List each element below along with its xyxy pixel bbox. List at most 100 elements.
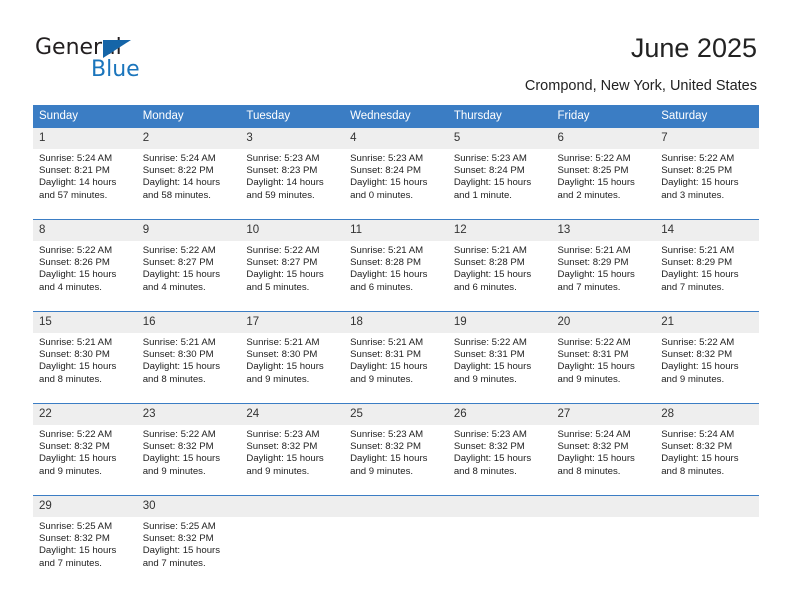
day-number: 24 [240, 404, 345, 425]
daylight-text-line1: Daylight: 14 hours [142, 177, 221, 189]
day-details: Sunrise: 5:24 AM Sunset: 8:32 PM Dayligh… [552, 425, 656, 478]
sunrise-sunset-calendar: Sunday Monday Tuesday Wednesday Thursday… [33, 105, 759, 587]
day-cell[interactable]: 14 Sunrise: 5:21 AM Sunset: 8:29 PM Dayl… [655, 220, 759, 312]
sunset-text: Sunset: 8:29 PM [557, 257, 629, 269]
triangle-icon [103, 40, 131, 58]
day-cell[interactable]: 16 Sunrise: 5:21 AM Sunset: 8:30 PM Dayl… [136, 312, 241, 404]
day-cell[interactable]: 7 Sunrise: 5:22 AM Sunset: 8:25 PM Dayli… [655, 128, 759, 220]
day-number: 12 [447, 220, 552, 241]
day-cell[interactable]: 12 Sunrise: 5:21 AM Sunset: 8:28 PM Dayl… [447, 220, 552, 312]
day-number: 16 [136, 312, 241, 333]
day-details: Sunrise: 5:24 AM Sunset: 8:22 PM Dayligh… [137, 149, 241, 202]
calendar-body: 1 Sunrise: 5:24 AM Sunset: 8:21 PM Dayli… [33, 127, 759, 588]
day-cell[interactable]: 6 Sunrise: 5:22 AM Sunset: 8:25 PM Dayli… [551, 128, 656, 220]
day-cell[interactable]: 13 Sunrise: 5:21 AM Sunset: 8:29 PM Dayl… [551, 220, 656, 312]
day-cell-empty [240, 496, 345, 588]
daylight-text-line2: and 9 minutes. [39, 465, 102, 477]
day-details: Sunrise: 5:23 AM Sunset: 8:24 PM Dayligh… [344, 149, 448, 202]
day-cell[interactable]: 25 Sunrise: 5:23 AM Sunset: 8:32 PM Dayl… [344, 404, 448, 496]
day-cell[interactable]: 21 Sunrise: 5:22 AM Sunset: 8:32 PM Dayl… [655, 312, 759, 404]
week-row: 15 Sunrise: 5:21 AM Sunset: 8:30 PM Dayl… [33, 311, 759, 404]
day-number: 6 [551, 128, 656, 149]
day-details: Sunrise: 5:22 AM Sunset: 8:27 PM Dayligh… [137, 241, 241, 294]
sunrise-text: Sunrise: 5:24 AM [142, 153, 216, 164]
daylight-text-line1: Daylight: 15 hours [350, 269, 428, 281]
day-cell[interactable]: 18 Sunrise: 5:21 AM Sunset: 8:31 PM Dayl… [344, 312, 448, 404]
day-number: 19 [447, 312, 552, 333]
sunset-text: Sunset: 8:32 PM [661, 441, 733, 453]
day-cell[interactable]: 29 Sunrise: 5:25 AM Sunset: 8:32 PM Dayl… [33, 496, 137, 588]
week-row: 29 Sunrise: 5:25 AM Sunset: 8:32 PM Dayl… [33, 495, 759, 588]
day-cell[interactable]: 27 Sunrise: 5:24 AM Sunset: 8:32 PM Dayl… [551, 404, 656, 496]
sunset-text: Sunset: 8:32 PM [557, 441, 629, 453]
day-cell[interactable]: 4 Sunrise: 5:23 AM Sunset: 8:24 PM Dayli… [344, 128, 448, 220]
daylight-text-line1: Daylight: 15 hours [453, 269, 532, 281]
day-cell[interactable]: 10 Sunrise: 5:22 AM Sunset: 8:27 PM Dayl… [240, 220, 345, 312]
day-number [344, 496, 448, 517]
sunrise-text: Sunrise: 5:23 AM [246, 153, 320, 164]
sunrise-text: Sunrise: 5:23 AM [453, 429, 527, 440]
day-details: Sunrise: 5:23 AM Sunset: 8:32 PM Dayligh… [240, 425, 344, 478]
sunrise-text: Sunrise: 5:21 AM [142, 337, 216, 348]
day-cell[interactable]: 19 Sunrise: 5:22 AM Sunset: 8:31 PM Dayl… [447, 312, 552, 404]
daylight-text-line2: and 0 minutes. [350, 189, 414, 201]
day-cell[interactable]: 2 Sunrise: 5:24 AM Sunset: 8:22 PM Dayli… [136, 128, 241, 220]
daylight-text-line1: Daylight: 15 hours [142, 269, 221, 281]
day-details: Sunrise: 5:25 AM Sunset: 8:32 PM Dayligh… [137, 517, 241, 570]
day-details [344, 517, 448, 521]
sunrise-text: Sunrise: 5:22 AM [453, 337, 527, 348]
day-number: 4 [344, 128, 448, 149]
daylight-text-line1: Daylight: 15 hours [661, 269, 739, 281]
daylight-text-line1: Daylight: 15 hours [453, 361, 532, 373]
day-cell[interactable]: 22 Sunrise: 5:22 AM Sunset: 8:32 PM Dayl… [33, 404, 137, 496]
daylight-text-line1: Daylight: 15 hours [39, 545, 117, 557]
sunrise-text: Sunrise: 5:21 AM [350, 337, 424, 348]
daylight-text-line1: Daylight: 15 hours [661, 177, 739, 189]
day-cell[interactable]: 1 Sunrise: 5:24 AM Sunset: 8:21 PM Dayli… [33, 128, 137, 220]
day-details: Sunrise: 5:21 AM Sunset: 8:29 PM Dayligh… [552, 241, 656, 294]
day-cell[interactable]: 26 Sunrise: 5:23 AM Sunset: 8:32 PM Dayl… [447, 404, 552, 496]
daylight-text-line2: and 4 minutes. [142, 281, 206, 293]
daylight-text-line1: Daylight: 14 hours [246, 177, 324, 189]
day-cell[interactable]: 3 Sunrise: 5:23 AM Sunset: 8:23 PM Dayli… [240, 128, 345, 220]
sunrise-text: Sunrise: 5:23 AM [246, 429, 320, 440]
day-details: Sunrise: 5:21 AM Sunset: 8:29 PM Dayligh… [655, 241, 759, 294]
day-cell[interactable]: 24 Sunrise: 5:23 AM Sunset: 8:32 PM Dayl… [240, 404, 345, 496]
day-cell[interactable]: 8 Sunrise: 5:22 AM Sunset: 8:26 PM Dayli… [33, 220, 137, 312]
day-details: Sunrise: 5:22 AM Sunset: 8:27 PM Dayligh… [240, 241, 344, 294]
daylight-text-line1: Daylight: 15 hours [246, 361, 324, 373]
sunrise-text: Sunrise: 5:23 AM [350, 153, 424, 164]
sunrise-text: Sunrise: 5:21 AM [453, 245, 527, 256]
page-header: General Blue June 2025 Crompond, New Yor… [0, 0, 792, 100]
day-details: Sunrise: 5:22 AM Sunset: 8:25 PM Dayligh… [655, 149, 759, 202]
day-details: Sunrise: 5:25 AM Sunset: 8:32 PM Dayligh… [33, 517, 137, 570]
daylight-text-line2: and 9 minutes. [661, 373, 725, 385]
day-details: Sunrise: 5:23 AM Sunset: 8:23 PM Dayligh… [240, 149, 344, 202]
column-header-thursday: Thursday [447, 105, 552, 128]
daylight-text-line2: and 7 minutes. [39, 557, 102, 569]
sunrise-text: Sunrise: 5:21 AM [661, 245, 735, 256]
sunset-text: Sunset: 8:31 PM [350, 349, 422, 361]
day-cell[interactable]: 17 Sunrise: 5:21 AM Sunset: 8:30 PM Dayl… [240, 312, 345, 404]
day-cell[interactable]: 28 Sunrise: 5:24 AM Sunset: 8:32 PM Dayl… [655, 404, 759, 496]
day-cell[interactable]: 23 Sunrise: 5:22 AM Sunset: 8:32 PM Dayl… [136, 404, 241, 496]
day-details: Sunrise: 5:22 AM Sunset: 8:31 PM Dayligh… [448, 333, 552, 386]
day-cell[interactable]: 11 Sunrise: 5:21 AM Sunset: 8:28 PM Dayl… [344, 220, 448, 312]
day-cell[interactable]: 20 Sunrise: 5:22 AM Sunset: 8:31 PM Dayl… [551, 312, 656, 404]
day-details: Sunrise: 5:23 AM Sunset: 8:32 PM Dayligh… [448, 425, 552, 478]
day-cell[interactable]: 9 Sunrise: 5:22 AM Sunset: 8:27 PM Dayli… [136, 220, 241, 312]
day-number [240, 496, 345, 517]
logo-text-blue: Blue [91, 57, 140, 82]
daylight-text-line1: Daylight: 15 hours [661, 453, 739, 465]
day-details: Sunrise: 5:22 AM Sunset: 8:25 PM Dayligh… [552, 149, 656, 202]
sunset-text: Sunset: 8:25 PM [557, 165, 629, 177]
day-cell-empty [551, 496, 656, 588]
sunrise-text: Sunrise: 5:22 AM [246, 245, 320, 256]
day-cell[interactable]: 15 Sunrise: 5:21 AM Sunset: 8:30 PM Dayl… [33, 312, 137, 404]
day-cell[interactable]: 30 Sunrise: 5:25 AM Sunset: 8:32 PM Dayl… [136, 496, 241, 588]
daylight-text-line2: and 9 minutes. [350, 373, 414, 385]
day-number: 20 [551, 312, 656, 333]
sunrise-text: Sunrise: 5:23 AM [350, 429, 424, 440]
day-cell[interactable]: 5 Sunrise: 5:23 AM Sunset: 8:24 PM Dayli… [447, 128, 552, 220]
sunset-text: Sunset: 8:32 PM [453, 441, 525, 453]
